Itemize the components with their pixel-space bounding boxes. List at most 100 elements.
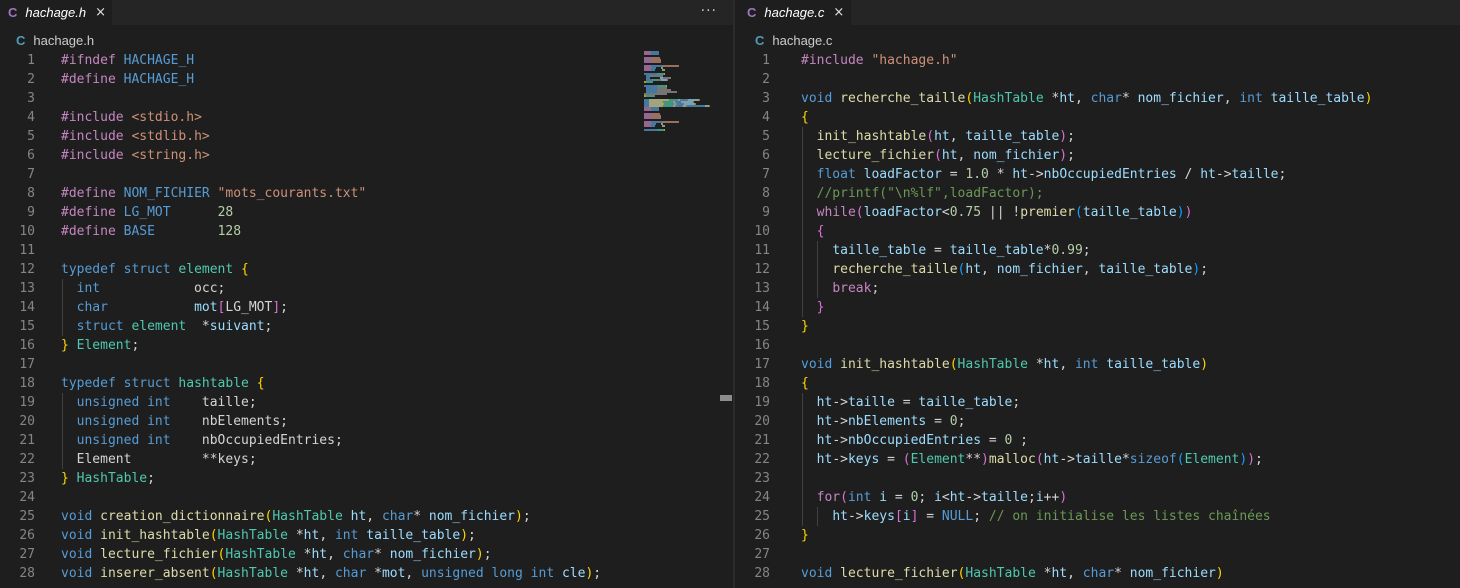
code-text[interactable]: #define NOM_FICHIER "mots_courants.txt" — [61, 184, 366, 203]
code-line[interactable]: 4{ — [735, 108, 1460, 127]
code-text[interactable]: void lecture_fichier(HashTable *ht, char… — [61, 545, 492, 564]
code-line[interactable]: 21 ht->nbOccupiedEntries = 0 ; — [735, 431, 1460, 450]
code-text[interactable]: { — [801, 222, 825, 241]
code-text[interactable]: lecture_fichier(ht, nom_fichier); — [801, 146, 1075, 165]
code-line[interactable]: 27 — [735, 545, 1460, 564]
code-line[interactable]: 9 #define LG_MOT 28 — [0, 203, 733, 222]
code-line[interactable]: 7 float loadFactor = 1.0 * ht->nbOccupie… — [735, 165, 1460, 184]
code-line[interactable]: 26 void init_hashtable(HashTable *ht, int… — [0, 526, 733, 545]
code-text[interactable]: void init_hashtable(HashTable *ht, int t… — [61, 526, 476, 545]
code-text[interactable]: ht->keys[i] = NULL; // on initialise les… — [801, 507, 1270, 526]
code-text[interactable]: unsigned int nbElements; — [61, 412, 288, 431]
code-line[interactable]: 1 #ifndef HACHAGE_H — [0, 51, 733, 70]
code-text[interactable]: init_hashtable(ht, taille_table); — [801, 127, 1075, 146]
code-line[interactable]: 11 — [0, 241, 733, 260]
code-line[interactable]: 23 — [735, 469, 1460, 488]
code-line[interactable]: 22 Element **keys; — [0, 450, 733, 469]
code-text[interactable]: } — [801, 317, 809, 336]
code-text[interactable]: void creation_dictionnaire(HashTable ht,… — [61, 507, 531, 526]
code-area[interactable]: 1 #ifndef HACHAGE_H 2 #define HACHAGE_H 3 4 #i… — [0, 51, 733, 588]
code-line[interactable]: 25 ht->keys[i] = NULL; // on initialise … — [735, 507, 1460, 526]
code-line[interactable]: 4 #include <stdio.h> — [0, 108, 733, 127]
code-text[interactable]: void inserer_absent(HashTable *ht, char … — [61, 564, 601, 583]
code-line[interactable]: 28 void inserer_absent(HashTable *ht, cha… — [0, 564, 733, 583]
code-line[interactable]: 9 while(loadFactor<0.75 || !premier(tail… — [735, 203, 1460, 222]
code-line[interactable]: 14 char mot[LG_MOT]; — [0, 298, 733, 317]
code-text[interactable]: void lecture_fichier(HashTable *ht, char… — [801, 564, 1224, 583]
code-text[interactable]: #include <stdlib.h> — [61, 127, 210, 146]
code-text[interactable]: #include <stdio.h> — [61, 108, 202, 127]
code-line[interactable]: 18 { — [735, 374, 1460, 393]
code-line[interactable]: 13 break; — [735, 279, 1460, 298]
code-line[interactable]: 1 #include "hachage.h" — [735, 51, 1460, 70]
code-line[interactable]: 12 typedef struct element { — [0, 260, 733, 279]
code-text[interactable]: taille_table = taille_table*0.99; — [801, 241, 1090, 260]
code-line[interactable]: 10 #define BASE 128 — [0, 222, 733, 241]
code-text[interactable]: //printf("\n%lf",loadFactor); — [801, 184, 1044, 203]
code-line[interactable]: 7 — [0, 165, 733, 184]
code-line[interactable]: 19 unsigned int taille; — [0, 393, 733, 412]
code-text[interactable]: ht->nbOccupiedEntries = 0 ; — [801, 431, 1028, 450]
code-text[interactable]: #ifndef HACHAGE_H — [61, 51, 194, 70]
code-line[interactable]: 8 #define NOM_FICHIER "mots_courants.txt" — [0, 184, 733, 203]
code-text[interactable]: } — [801, 526, 809, 545]
code-line[interactable]: 12 recherche_taille(ht, nom_fichier, tai… — [735, 260, 1460, 279]
code-line[interactable]: 10 { — [735, 222, 1460, 241]
code-line[interactable]: 16 — [735, 336, 1460, 355]
code-line[interactable]: 16} Element; — [0, 336, 733, 355]
code-text[interactable]: int occ; — [61, 279, 226, 298]
code-line[interactable]: 20 ht->nbElements = 0; — [735, 412, 1460, 431]
code-line[interactable]: 19 ht->taille = taille_table; — [735, 393, 1460, 412]
code-line[interactable]: 24 for(int i = 0; i<ht->taille;i++) — [735, 488, 1460, 507]
code-text[interactable]: { — [801, 374, 809, 393]
code-text[interactable]: typedef struct hashtable { — [61, 374, 265, 393]
code-text[interactable]: ht->nbElements = 0; — [801, 412, 966, 431]
code-text[interactable]: } HashTable; — [61, 469, 155, 488]
code-text[interactable]: } — [801, 298, 825, 317]
code-line[interactable]: 17 void init_hashtable(HashTable *ht, int… — [735, 355, 1460, 374]
code-text[interactable]: ht->keys = (Element**)malloc(ht->taille*… — [801, 450, 1263, 469]
vertical-scrollbar[interactable] — [718, 51, 733, 588]
code-line[interactable]: 15 struct element *suivant; — [0, 317, 733, 336]
code-text[interactable]: ht->taille = taille_table; — [801, 393, 1021, 412]
breadcrumb[interactable]: C hachage.c — [755, 30, 832, 50]
code-text[interactable]: void init_hashtable(HashTable *ht, int t… — [801, 355, 1208, 374]
code-line[interactable]: 8 //printf("\n%lf",loadFactor); — [735, 184, 1460, 203]
code-text[interactable]: struct element *suivant; — [61, 317, 273, 336]
code-line[interactable]: 5 #include <stdlib.h> — [0, 127, 733, 146]
code-text[interactable]: Element **keys; — [61, 450, 257, 469]
code-line[interactable]: 5 init_hashtable(ht, taille_table); — [735, 127, 1460, 146]
code-line[interactable]: 6 lecture_fichier(ht, nom_fichier); — [735, 146, 1460, 165]
code-line[interactable]: 15} — [735, 317, 1460, 336]
code-line[interactable]: 3 void recherche_taille(HashTable *ht, ch… — [735, 89, 1460, 108]
code-text[interactable]: #define HACHAGE_H — [61, 70, 194, 89]
code-line[interactable]: 23} HashTable; — [0, 469, 733, 488]
breadcrumb-file[interactable]: hachage.c — [772, 33, 832, 48]
code-text[interactable]: { — [801, 108, 809, 127]
code-line[interactable]: 26} — [735, 526, 1460, 545]
code-text[interactable]: #include "hachage.h" — [801, 51, 958, 70]
code-text[interactable]: float loadFactor = 1.0 * ht->nbOccupiedE… — [801, 165, 1287, 184]
tab-hachage-h[interactable]: C hachage.h × — [0, 0, 112, 25]
code-line[interactable]: 17 — [0, 355, 733, 374]
breadcrumb[interactable]: C hachage.h — [16, 30, 94, 50]
code-text[interactable]: for(int i = 0; i<ht->taille;i++) — [801, 488, 1068, 507]
code-text[interactable]: typedef struct element { — [61, 260, 249, 279]
code-text[interactable]: char mot[LG_MOT]; — [61, 298, 288, 317]
code-area[interactable]: 1 #include "hachage.h" 2 3 void recherche_ta… — [735, 51, 1460, 588]
code-line[interactable]: 3 — [0, 89, 733, 108]
code-text[interactable]: while(loadFactor<0.75 || !premier(taille… — [801, 203, 1193, 222]
code-text[interactable]: unsigned int taille; — [61, 393, 257, 412]
code-line[interactable]: 27 void lecture_fichier(HashTable *ht, ch… — [0, 545, 733, 564]
code-line[interactable]: 11 taille_table = taille_table*0.99; — [735, 241, 1460, 260]
breadcrumb-file[interactable]: hachage.h — [33, 33, 94, 48]
close-icon[interactable]: × — [833, 6, 844, 19]
code-line[interactable]: 25 void creation_dictionnaire(HashTable h… — [0, 507, 733, 526]
code-line[interactable]: 2 #define HACHAGE_H — [0, 70, 733, 89]
code-line[interactable]: 21 unsigned int nbOccupiedEntries; — [0, 431, 733, 450]
minimap[interactable] — [636, 51, 716, 588]
code-text[interactable]: #define BASE 128 — [61, 222, 241, 241]
code-text[interactable]: #include <string.h> — [61, 146, 210, 165]
close-icon[interactable]: × — [95, 6, 106, 19]
code-text[interactable]: break; — [801, 279, 879, 298]
